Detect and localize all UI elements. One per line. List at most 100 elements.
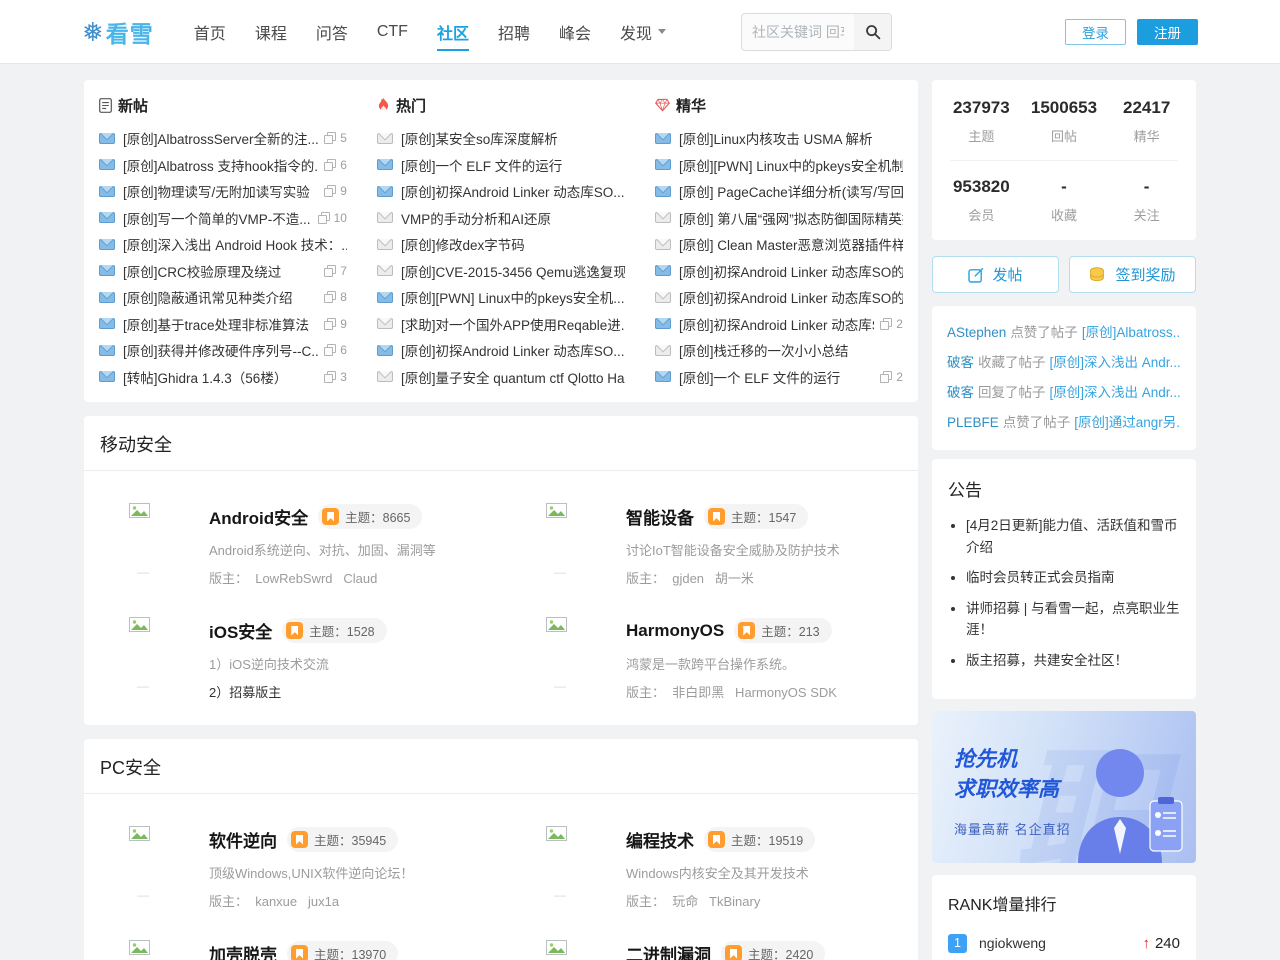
post-item[interactable]: [原创]初探Android Linker 动态库SO... (377, 337, 625, 364)
replies-icon (324, 185, 336, 197)
forum-card-programming[interactable]: 编程技术主题：19519 Windows内核安全及其开发技术 版主： 玩命 Tk… (501, 826, 918, 910)
mail-icon (99, 212, 115, 223)
nav-summit[interactable]: 峰会 (559, 20, 591, 44)
login-button[interactable]: 登录 (1065, 19, 1126, 45)
forum-name[interactable]: 编程技术 (626, 827, 694, 852)
post-item[interactable]: [原创]写一个简单的VMP-不造...10 (99, 205, 347, 232)
mail-icon (655, 318, 671, 329)
rank-username[interactable]: ngiokweng (979, 935, 1142, 951)
broken-image-icon (129, 617, 193, 681)
post-item[interactable]: [原创]栈迁移的一次小小总结 (655, 337, 903, 364)
stat-value: - (1023, 177, 1106, 197)
activity-post-link[interactable]: [原创]通过angr另... (1074, 415, 1181, 430)
activity-post-link[interactable]: [原创]深入浅出 Andr... (1050, 385, 1181, 400)
activity-post-link[interactable]: [原创]深入浅出 Andr... (1050, 355, 1181, 370)
post-item[interactable]: [原创]AlbatrossServer全新的注...5 (99, 125, 347, 152)
bookmark-icon (708, 831, 725, 848)
mail-icon (99, 371, 115, 382)
announcement-item[interactable]: 讲师招募 | 与看雪一起，点亮职业生涯！ (966, 598, 1180, 641)
announcement-item[interactable]: 临时会员转正式会员指南 (966, 567, 1180, 589)
forum-card-software-reversing[interactable]: 软件逆向主题：35945 顶级Windows,UNIX软件逆向论坛！ 版主： k… (84, 826, 501, 910)
activity-user[interactable]: 破客 (947, 355, 974, 370)
forum-description: 讨论IoT智能设备安全威胁及防护技术 (626, 540, 894, 559)
post-item[interactable]: [原创][PWN] Linux中的pkeys安全机... (377, 284, 625, 311)
checkin-reward-button[interactable]: 签到奖励 (1069, 256, 1196, 293)
broken-image-icon (546, 940, 610, 960)
post-item[interactable]: [原创]初探Android Linker 动态库SO的加... (655, 284, 903, 311)
activity-user[interactable]: 破客 (947, 385, 974, 400)
activity-user[interactable]: AStephen (947, 325, 1006, 340)
post-item[interactable]: [原创]隐蔽通讯常见种类介绍8 (99, 284, 347, 311)
search-box (741, 13, 892, 51)
post-item[interactable]: [原创] Clean Master恶意浏览器插件样... (655, 231, 903, 258)
new-post-button[interactable]: 发帖 (932, 256, 1059, 293)
search-input[interactable] (742, 14, 854, 50)
pc-security-section: PC安全 软件逆向主题：35945 顶级Windows,UNIX软件逆向论坛！ … (84, 739, 918, 960)
post-item[interactable]: [原创]CVE-2015-3456 Qemu逃逸复现 (377, 258, 625, 285)
nav-ctf[interactable]: CTF (377, 23, 408, 41)
search-button[interactable] (854, 14, 891, 50)
post-item[interactable]: [原创]初探Android Linker 动态库SO的加... (655, 258, 903, 285)
announcement-item[interactable]: [4月2日更新]能力值、活跃值和雪币介绍 (966, 515, 1180, 558)
post-item[interactable]: [求助]对一个国外APP使用Reqable进... (377, 311, 625, 338)
nav-discover[interactable]: 发现 (620, 20, 666, 44)
forum-card-ios[interactable]: iOS安全主题：1528 1）iOS逆向技术交流 2）招募版主 (84, 617, 501, 701)
activity-item: 破客收藏了帖子[原创]深入浅出 Andr... (947, 348, 1181, 378)
job-ad-banner[interactable]: 职 抢先机 求职效率高 海量高薪 名企直招 (932, 711, 1196, 863)
announcement-item[interactable]: 版主招募，共建安全社区！ (966, 650, 1180, 672)
forum-name[interactable]: iOS安全 (209, 618, 272, 643)
broken-image-icon (129, 826, 193, 890)
nav-jobs[interactable]: 招聘 (498, 20, 530, 44)
forum-name[interactable]: 二进制漏洞 (626, 941, 711, 960)
forum-name[interactable]: 加壳脱壳 (209, 941, 277, 960)
post-item[interactable]: [原创]CRC校验原理及绕过7 (99, 258, 347, 285)
nav-courses[interactable]: 课程 (255, 20, 287, 44)
digest-posts-header: 精华 (655, 94, 903, 116)
forum-name[interactable]: 软件逆向 (209, 827, 277, 852)
forum-card-iot[interactable]: 智能设备主题：1547 讨论IoT智能设备安全威胁及防护技术 版主： gjden… (501, 503, 918, 587)
site-logo[interactable]: ❅ 看雪 (82, 15, 154, 49)
forum-card-android[interactable]: Android安全主题：8665 Android系统逆向、对抗、加固、漏洞等 版… (84, 503, 501, 587)
post-item[interactable]: [原创]初探Android Linker 动态库S...2 (655, 311, 903, 338)
mail-icon (377, 371, 393, 382)
forum-card-packing[interactable]: 加壳脱壳主题：13970 壳是一段保护软件的程序 (84, 940, 501, 960)
post-item[interactable]: [转帖]Ghidra 1.4.3（56楼）3 (99, 364, 347, 391)
post-item[interactable]: [原创]获得并修改硬件序列号--C...6 (99, 337, 347, 364)
post-item[interactable]: [原创]某安全so库深度解析 (377, 125, 625, 152)
post-item[interactable]: [原创]初探Android Linker 动态库SO... (377, 178, 625, 205)
post-item[interactable]: [原创]量子安全 quantum ctf Qlotto Ha... (377, 364, 625, 391)
post-item[interactable]: [原创]修改dex字节码 (377, 231, 625, 258)
broken-image-icon (546, 617, 610, 681)
post-item[interactable]: [原创]Linux内核攻击 USMA 解析 (655, 125, 903, 152)
post-item[interactable]: [原创]基于trace处理非标准算法9 (99, 311, 347, 338)
post-item[interactable]: [原创]物理读写/无附加读写实验9 (99, 178, 347, 205)
activity-user[interactable]: PLEBFE (947, 415, 999, 430)
rank-panel: RANK增量排行 1 ngiokweng ↑240 2 Brinmon 220 (932, 875, 1196, 960)
forum-card-harmonyos[interactable]: HarmonyOS主题：213 鸿蒙是一款跨平台操作系统。 版主： 非白即黑 H… (501, 617, 918, 701)
forum-moderators: 版主： 非白即黑 HarmonyOS SDK (626, 682, 894, 701)
post-item[interactable]: [原创]深入浅出 Android Hook 技术：... (99, 231, 347, 258)
nav-qa[interactable]: 问答 (316, 20, 348, 44)
activity-post-link[interactable]: [原创]Albatross... (1082, 325, 1181, 340)
forum-name[interactable]: Android安全 (209, 504, 308, 529)
forum-description: 顶级Windows,UNIX软件逆向论坛！ (209, 863, 477, 882)
post-item[interactable]: [原创][PWN] Linux中的pkeys安全机制及... (655, 152, 903, 179)
mail-icon (655, 371, 671, 382)
post-item[interactable]: [原创]Albatross 支持hook指令的...6 (99, 152, 347, 179)
post-item[interactable]: VMP的手动分析和AI还原 (377, 205, 625, 232)
nav-community[interactable]: 社区 (437, 20, 469, 44)
post-item[interactable]: [原创] 第八届“强网”拟态防御国际精英挑... (655, 205, 903, 232)
bookmark-icon (322, 508, 339, 525)
post-item[interactable]: [原创]一个 ELF 文件的运行2 (655, 364, 903, 391)
forum-name[interactable]: 智能设备 (626, 504, 694, 529)
announcements-title: 公告 (948, 476, 1180, 501)
nav-home[interactable]: 首页 (194, 20, 226, 44)
forum-name[interactable]: HarmonyOS (626, 621, 724, 641)
register-button[interactable]: 注册 (1137, 19, 1198, 45)
post-item[interactable]: [原创]一个 ELF 文件的运行 (377, 152, 625, 179)
mail-icon (655, 186, 671, 197)
replies-icon (318, 212, 330, 224)
forum-card-binary-vuln[interactable]: 二进制漏洞主题：2420 Windows、UNIX二进制编漏洞分析 (501, 940, 918, 960)
post-item[interactable]: [原创] PageCache详细分析(读写/写回) ... (655, 178, 903, 205)
search-icon (865, 24, 881, 40)
